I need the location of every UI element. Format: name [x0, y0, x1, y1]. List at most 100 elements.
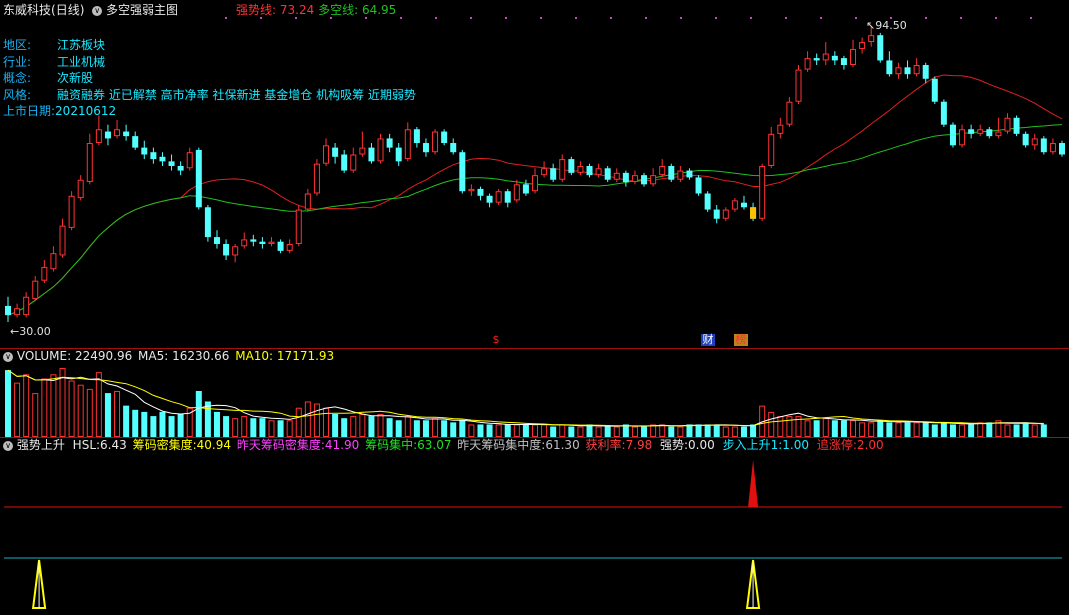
- prev-conc-value: 61.30: [545, 438, 580, 452]
- candle-body: [813, 58, 820, 61]
- top-marker-dot: [1030, 17, 1032, 19]
- volume-bar: [650, 424, 657, 438]
- candle-body: [77, 179, 84, 199]
- chevron-down-icon[interactable]: ∨: [3, 351, 13, 362]
- candle-body: [114, 129, 121, 137]
- candle-body: [104, 131, 111, 139]
- volume-bar: [550, 426, 557, 437]
- hsl-value: 6.43: [100, 438, 127, 452]
- volume-bar: [1022, 422, 1029, 437]
- top-marker-dot: [225, 17, 227, 19]
- candle-body: [740, 202, 747, 208]
- step-value: 1.00: [782, 438, 809, 452]
- candle-body: [213, 237, 220, 244]
- candle-body: [422, 143, 429, 153]
- candle-body: [622, 172, 629, 183]
- volume-bar: [595, 426, 602, 437]
- ma10-label: MA10:: [235, 349, 274, 363]
- volume-bar: [622, 424, 629, 437]
- candle-body: [604, 168, 611, 180]
- candle-body: [513, 184, 520, 201]
- volume-bar: [223, 416, 230, 437]
- candle-body: [241, 239, 248, 247]
- kline-chart[interactable]: [0, 0, 1069, 615]
- volume-bar: [559, 424, 566, 438]
- top-marker-dot: [785, 17, 787, 19]
- strength-label: 强势:: [660, 438, 689, 452]
- price-low-mark: ←30.00: [10, 325, 51, 338]
- volume-bar: [450, 422, 457, 437]
- candle-body: [986, 129, 993, 137]
- candle-body: [968, 129, 975, 134]
- volume-bar: [822, 418, 829, 438]
- indicator-header: ∨ 强势上升 HSL:6.43 筹码密集度:40.94 昨天筹码密集度:41.9…: [3, 438, 652, 453]
- event-marker-s[interactable]: $: [491, 334, 501, 346]
- volume-bar: [295, 407, 302, 437]
- candle-body: [459, 152, 466, 192]
- candle-body: [323, 145, 330, 164]
- top-marker-dot: [995, 17, 997, 19]
- event-marker-bang[interactable]: 榜: [734, 334, 748, 346]
- volume-bar: [613, 426, 620, 437]
- volume-bar: [940, 422, 947, 437]
- top-marker-dot: [925, 17, 927, 19]
- candle-body: [713, 209, 720, 219]
- profit-value: 7.98: [625, 438, 653, 452]
- candle-body: [731, 200, 738, 210]
- prev-density-value: 41.90: [324, 438, 360, 452]
- candle-body: [432, 131, 439, 153]
- volume-bar: [241, 416, 248, 438]
- volume-value: 22490.96: [74, 349, 133, 363]
- volume-bar: [268, 420, 275, 438]
- candle-body: [477, 188, 484, 196]
- volume-bar: [50, 374, 57, 438]
- chevron-down-icon[interactable]: ∨: [3, 440, 13, 451]
- volume-bar: [486, 424, 493, 437]
- volume-bar: [1013, 424, 1020, 437]
- volume-bar: [259, 418, 266, 437]
- volume-bar: [750, 424, 757, 437]
- volume-bar: [713, 424, 720, 437]
- candle-body: [532, 175, 538, 192]
- candle-body: [931, 78, 938, 102]
- candle-body: [23, 296, 30, 316]
- volume-bar: [631, 426, 638, 437]
- candle-body: [486, 195, 493, 203]
- volume-bar: [1040, 424, 1047, 437]
- top-marker-dot: [295, 17, 297, 19]
- volume-bar: [114, 391, 121, 437]
- volume-bar: [641, 426, 648, 437]
- volume-bar: [168, 416, 175, 437]
- candle-body: [959, 129, 966, 146]
- volume-bar: [840, 420, 847, 437]
- volume-bar: [323, 407, 330, 437]
- chip-density-value: 40.94: [196, 438, 231, 452]
- chip-conc-label: 筹码集中:: [365, 438, 418, 452]
- volume-bar: [213, 411, 220, 437]
- volume-bar: [768, 411, 775, 437]
- volume-bar: [441, 420, 448, 437]
- price-high-mark: ↖94.50: [866, 19, 907, 32]
- candle-body: [550, 168, 557, 180]
- candle-body: [14, 308, 21, 316]
- step-label: 步入上升1:: [722, 438, 783, 452]
- candle-body: [395, 147, 402, 162]
- volume-bar: [141, 411, 148, 437]
- candle-body: [41, 266, 48, 281]
- volume-header: ∨ VOLUME: 22490.96 MA5: 16230.66 MA10: 1…: [3, 349, 334, 364]
- chip-density-label: 筹码密集度:: [132, 438, 197, 452]
- candle-body: [5, 305, 11, 316]
- candle-body: [159, 156, 166, 162]
- candle-body: [668, 165, 675, 180]
- volume-bar: [5, 370, 11, 437]
- event-marker-cai[interactable]: 财: [701, 334, 715, 346]
- candle-body: [895, 67, 902, 75]
- volume-bar: [77, 384, 84, 437]
- volume-bar: [949, 424, 956, 437]
- candle-body: [641, 175, 648, 185]
- candle-body: [922, 65, 929, 79]
- candle-body: [840, 58, 847, 66]
- limit-value: 2.00: [856, 438, 884, 452]
- candle-body: [722, 209, 729, 219]
- candle-body: [223, 243, 230, 256]
